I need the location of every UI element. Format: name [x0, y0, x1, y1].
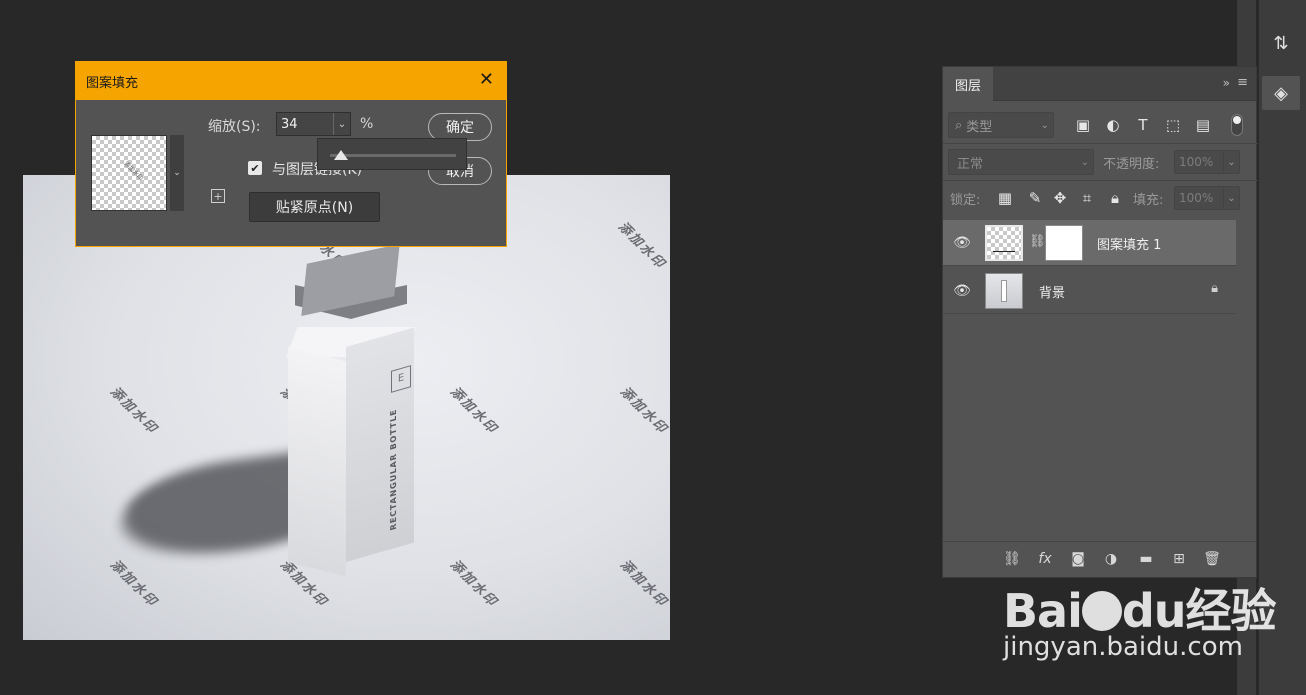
search-icon: ⌕: [955, 117, 963, 133]
lock-transparent-icon[interactable]: ▦: [995, 188, 1015, 208]
baidu-paw-icon: [1081, 590, 1122, 631]
snap-to-origin-button[interactable]: 贴紧原点(N): [249, 192, 380, 222]
layer-row-background[interactable]: 👁︎ 背景 🔒︎: [943, 268, 1236, 314]
watermark-text: 添加水印: [615, 219, 669, 273]
bottle-lid: [293, 243, 413, 335]
pattern-preview-text: 添加水印: [122, 160, 145, 183]
layer-filter-row: ⌕ 类型 ⌄ ▣ ◐ T ⬚ ▤: [943, 109, 1258, 141]
layers-panel-icon[interactable]: ◈: [1262, 76, 1300, 110]
adjustment-filter-icon[interactable]: ◐: [1103, 115, 1123, 135]
adjustment-layer-icon[interactable]: ◑: [1100, 548, 1122, 570]
lock-icon: 🔒︎: [1211, 281, 1218, 296]
logo-text-left: Bai: [1003, 584, 1083, 638]
lock-paint-icon[interactable]: ✎: [1025, 188, 1045, 208]
link-icon[interactable]: ⛓︎: [1029, 234, 1046, 249]
add-mask-icon[interactable]: ◙: [1067, 548, 1089, 570]
chevron-down-icon: ⌄: [1080, 156, 1089, 168]
layer-thumbnail: [985, 273, 1023, 309]
lock-all-icon[interactable]: 🔒︎: [1105, 188, 1125, 208]
fx-icon[interactable]: fx: [1034, 548, 1056, 570]
trash-icon[interactable]: 🗑︎: [1201, 548, 1223, 570]
pattern-icon: [993, 251, 1015, 257]
baidu-url: jingyan.baidu.com: [1003, 632, 1243, 662]
layer-name[interactable]: 背景: [1039, 282, 1065, 301]
watermark-text: 添加水印: [617, 557, 670, 611]
scale-input[interactable]: 34 ⌄: [276, 112, 351, 136]
text-filter-icon[interactable]: T: [1133, 115, 1153, 135]
create-pattern-icon[interactable]: +: [211, 189, 225, 203]
close-icon[interactable]: ✕: [479, 69, 494, 90]
fill-input[interactable]: 100% ⌄: [1174, 186, 1240, 210]
chevron-down-icon: ⌄: [1040, 119, 1049, 131]
lock-position-icon[interactable]: ✥: [1050, 188, 1070, 208]
shape-filter-icon[interactable]: ⬚: [1163, 115, 1183, 135]
visibility-eye-icon[interactable]: 👁︎: [953, 282, 971, 300]
layers-panel: 图层 » ≡ ⌕ 类型 ⌄ ▣ ◐ T ⬚ ▤ 正常 ⌄ 不透明度: 100% …: [942, 66, 1258, 578]
blend-row: 正常 ⌄ 不透明度: 100% ⌄: [943, 147, 1258, 177]
layer-name[interactable]: 图案填充 1: [1097, 234, 1161, 253]
watermark-text: 添加水印: [107, 384, 161, 438]
layer-row-pattern-fill[interactable]: 👁︎ ⛓︎ 图案填充 1: [943, 220, 1236, 266]
chevron-down-icon[interactable]: ⌄: [1223, 151, 1239, 173]
panel-menu-icon[interactable]: ≡: [1237, 75, 1248, 90]
panel-tab-bar: 图层 » ≡: [943, 67, 1256, 101]
layer-thumbnail: [985, 225, 1023, 261]
chevron-down-icon[interactable]: ⌄: [1223, 187, 1239, 209]
scale-unit: %: [360, 116, 374, 132]
filter-toggle[interactable]: [1231, 114, 1243, 136]
opacity-label: 不透明度:: [1103, 157, 1160, 172]
filter-kind-label: 类型: [966, 119, 993, 135]
bottle-label: RECTANGULAR BOTTLE: [389, 407, 399, 532]
lock-row: 锁定: ▦ ✎ ✥ ⌗ 🔒︎ 填充: 100% ⌄: [943, 183, 1258, 213]
bottle-thumbnail-shape: [1001, 280, 1007, 302]
group-folder-icon[interactable]: ▬: [1135, 548, 1157, 570]
photoshop-workspace: 添加水印 添加水印 添加水印 添加水印 添加水印 添加水印 添加水印 添加水印 …: [0, 0, 1306, 695]
bottle-body: [286, 327, 418, 577]
visibility-eye-icon[interactable]: 👁︎: [953, 234, 971, 252]
filter-kind-select[interactable]: ⌕ 类型 ⌄: [948, 112, 1054, 138]
lock-artboard-icon[interactable]: ⌗: [1077, 188, 1097, 208]
smart-object-filter-icon[interactable]: ▤: [1193, 115, 1213, 135]
link-with-layer-checkbox[interactable]: ✔: [248, 161, 262, 175]
dialog-titlebar[interactable]: 图案填充 ✕: [76, 62, 506, 100]
logo-text-right: du经验: [1121, 584, 1277, 638]
new-layer-icon[interactable]: ⊞: [1168, 548, 1190, 570]
blend-mode-select[interactable]: 正常 ⌄: [948, 149, 1094, 175]
watermark-text: 添加水印: [107, 557, 161, 611]
layer-mask-thumbnail[interactable]: [1045, 225, 1083, 261]
pattern-fill-dialog: 图案填充 ✕ 添加水印 ⌄ 缩放(S): 34 ⌄ % 确定 取消 ✔ 与图层链…: [75, 61, 507, 247]
lock-label: 锁定:: [950, 193, 981, 208]
ok-button[interactable]: 确定: [428, 113, 492, 141]
scale-slider-thumb[interactable]: [333, 150, 348, 160]
opacity-value: 100%: [1179, 155, 1214, 169]
collapse-icon[interactable]: »: [1223, 76, 1230, 90]
history-panel-icon[interactable]: ⇅: [1262, 26, 1300, 60]
opacity-input[interactable]: 100% ⌄: [1174, 150, 1240, 174]
watermark-text: 添加水印: [447, 557, 501, 611]
fill-value: 100%: [1179, 191, 1214, 205]
image-filter-icon[interactable]: ▣: [1073, 115, 1093, 135]
pattern-preview[interactable]: 添加水印: [91, 135, 167, 211]
tab-layers[interactable]: 图层: [943, 67, 993, 101]
blend-mode-value: 正常: [957, 156, 984, 172]
link-layers-icon[interactable]: ⛓︎: [1001, 548, 1023, 570]
chevron-down-icon: ⌄: [173, 168, 181, 178]
fill-label: 填充:: [1133, 193, 1164, 208]
dialog-title: 图案填充: [86, 76, 139, 91]
scale-slider-popup: [317, 138, 467, 170]
scale-label: 缩放(S):: [208, 119, 261, 135]
layers-panel-footer: ⛓︎ fx ◙ ◑ ▬ ⊞ 🗑︎: [943, 541, 1256, 575]
scale-slider-track[interactable]: [330, 154, 456, 157]
pattern-picker-dropdown[interactable]: ⌄: [170, 135, 184, 211]
watermark-text: 添加水印: [447, 384, 501, 438]
watermark-text: 添加水印: [617, 384, 670, 438]
scale-value: 34: [281, 116, 298, 132]
chevron-down-icon[interactable]: ⌄: [333, 113, 350, 135]
